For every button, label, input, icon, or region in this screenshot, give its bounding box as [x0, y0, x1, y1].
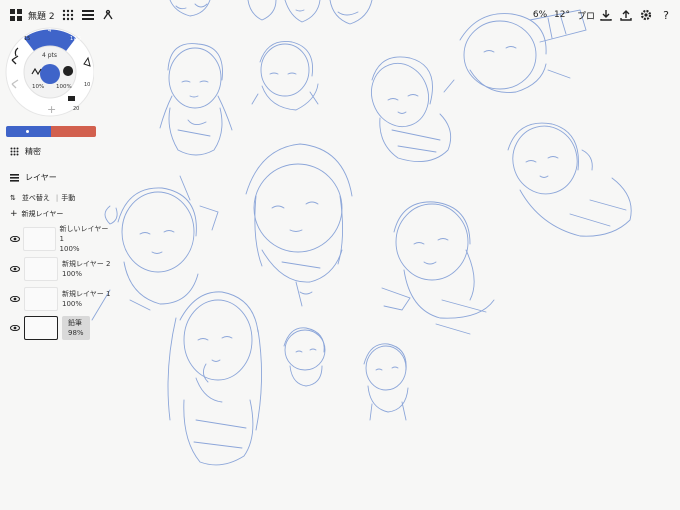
settings-gear-icon[interactable]: [638, 6, 654, 24]
eye-icon[interactable]: [8, 236, 21, 242]
size-preset-10[interactable]: 10: [84, 82, 90, 88]
color-swatch-bar[interactable]: [6, 126, 96, 137]
pro-button[interactable]: プロ: [576, 6, 596, 24]
sort-control[interactable]: ⇅ 並べ替え | 手動: [10, 193, 75, 203]
add-brush-plus[interactable]: +: [47, 103, 56, 116]
rotation-readout[interactable]: 12°: [552, 6, 572, 24]
layer-name: 新規レイヤー 2: [62, 260, 111, 268]
size-preset-4[interactable]: 4: [48, 28, 51, 34]
layer-opacity: 100%: [62, 270, 83, 278]
top-toolbar: 無題 2 6% 12° プロ ?: [0, 0, 680, 30]
opacity-right-label: 100%: [56, 84, 72, 90]
export-icon[interactable]: [618, 6, 634, 24]
tool-icon[interactable]: [100, 6, 116, 24]
sketch-figure: [167, 291, 263, 466]
document-title[interactable]: 無題 2: [28, 6, 58, 24]
gallery-grid-icon[interactable]: [8, 6, 24, 24]
zoom-readout[interactable]: 6%: [530, 6, 550, 24]
new-layer-label: 新規レイヤー: [21, 210, 64, 218]
dots-grid-icon[interactable]: [60, 6, 76, 24]
secondary-color-swatch[interactable]: [51, 126, 96, 137]
sketch-figure: [283, 327, 326, 387]
sort-arrows-icon: ⇅: [10, 194, 16, 202]
sketch-figure: [381, 201, 495, 335]
size-preset-15[interactable]: 15: [24, 36, 30, 42]
new-layer-button[interactable]: + 新規レイヤー: [10, 209, 63, 219]
layers-stack-icon[interactable]: [80, 6, 96, 24]
help-icon[interactable]: ?: [658, 6, 674, 24]
brush-size-label: 4 pts: [42, 52, 58, 59]
eye-icon[interactable]: [8, 266, 22, 272]
import-icon[interactable]: [598, 6, 614, 24]
precision-toggle[interactable]: 精密: [10, 146, 41, 157]
layer-opacity: 100%: [59, 245, 80, 253]
sketch-figure: [251, 40, 319, 111]
layers-stack-icon: [10, 174, 19, 182]
sort-mode: 手動: [61, 194, 76, 202]
sketch-figure: [159, 43, 233, 156]
sketch-figure: [245, 143, 353, 307]
precision-label: 精密: [25, 147, 41, 156]
layer-opacity: 100%: [62, 300, 83, 308]
opacity-left-label: 10%: [32, 84, 45, 90]
sketch-figure: [371, 56, 452, 163]
brush-wheel[interactable]: 4 pts 10% 100% 15 4 17.5 10 20 +: [2, 26, 95, 118]
layer-thumbnail[interactable]: [24, 257, 58, 281]
layer-row[interactable]: 新規レイヤー 2 100%: [8, 255, 112, 283]
layer-opacity: 98%: [68, 329, 84, 337]
sketch-figure: [363, 343, 409, 421]
layer-row[interactable]: 新規レイヤー 1 100%: [8, 285, 112, 313]
size-preset-20[interactable]: 20: [73, 106, 79, 112]
plus-icon: +: [10, 209, 18, 219]
eye-icon[interactable]: [8, 325, 22, 331]
layer-name: 新規レイヤー 1: [62, 290, 111, 298]
layers-title: レイヤー: [25, 173, 57, 182]
size-preset-17-5[interactable]: 17.5: [70, 36, 81, 42]
sketch-figure: [507, 122, 632, 237]
sort-label: 並べ替え: [21, 194, 50, 202]
divider: |: [55, 194, 59, 202]
primary-color-swatch[interactable]: [6, 126, 51, 137]
layer-row-selected[interactable]: 鉛筆 98%: [8, 314, 112, 342]
layer-thumbnail[interactable]: [23, 227, 56, 251]
current-color-swatch[interactable]: [40, 64, 60, 84]
layer-name: 新しいレイヤー 1: [59, 225, 109, 243]
eye-icon[interactable]: [8, 296, 22, 302]
layer-thumbnail[interactable]: [24, 287, 58, 311]
dots-grid-icon: [10, 147, 19, 156]
layer-name: 鉛筆: [68, 319, 82, 327]
layer-row[interactable]: 新しいレイヤー 1 100%: [8, 225, 112, 253]
layers-header[interactable]: レイヤー: [10, 172, 57, 183]
layer-thumbnail[interactable]: [24, 316, 58, 340]
